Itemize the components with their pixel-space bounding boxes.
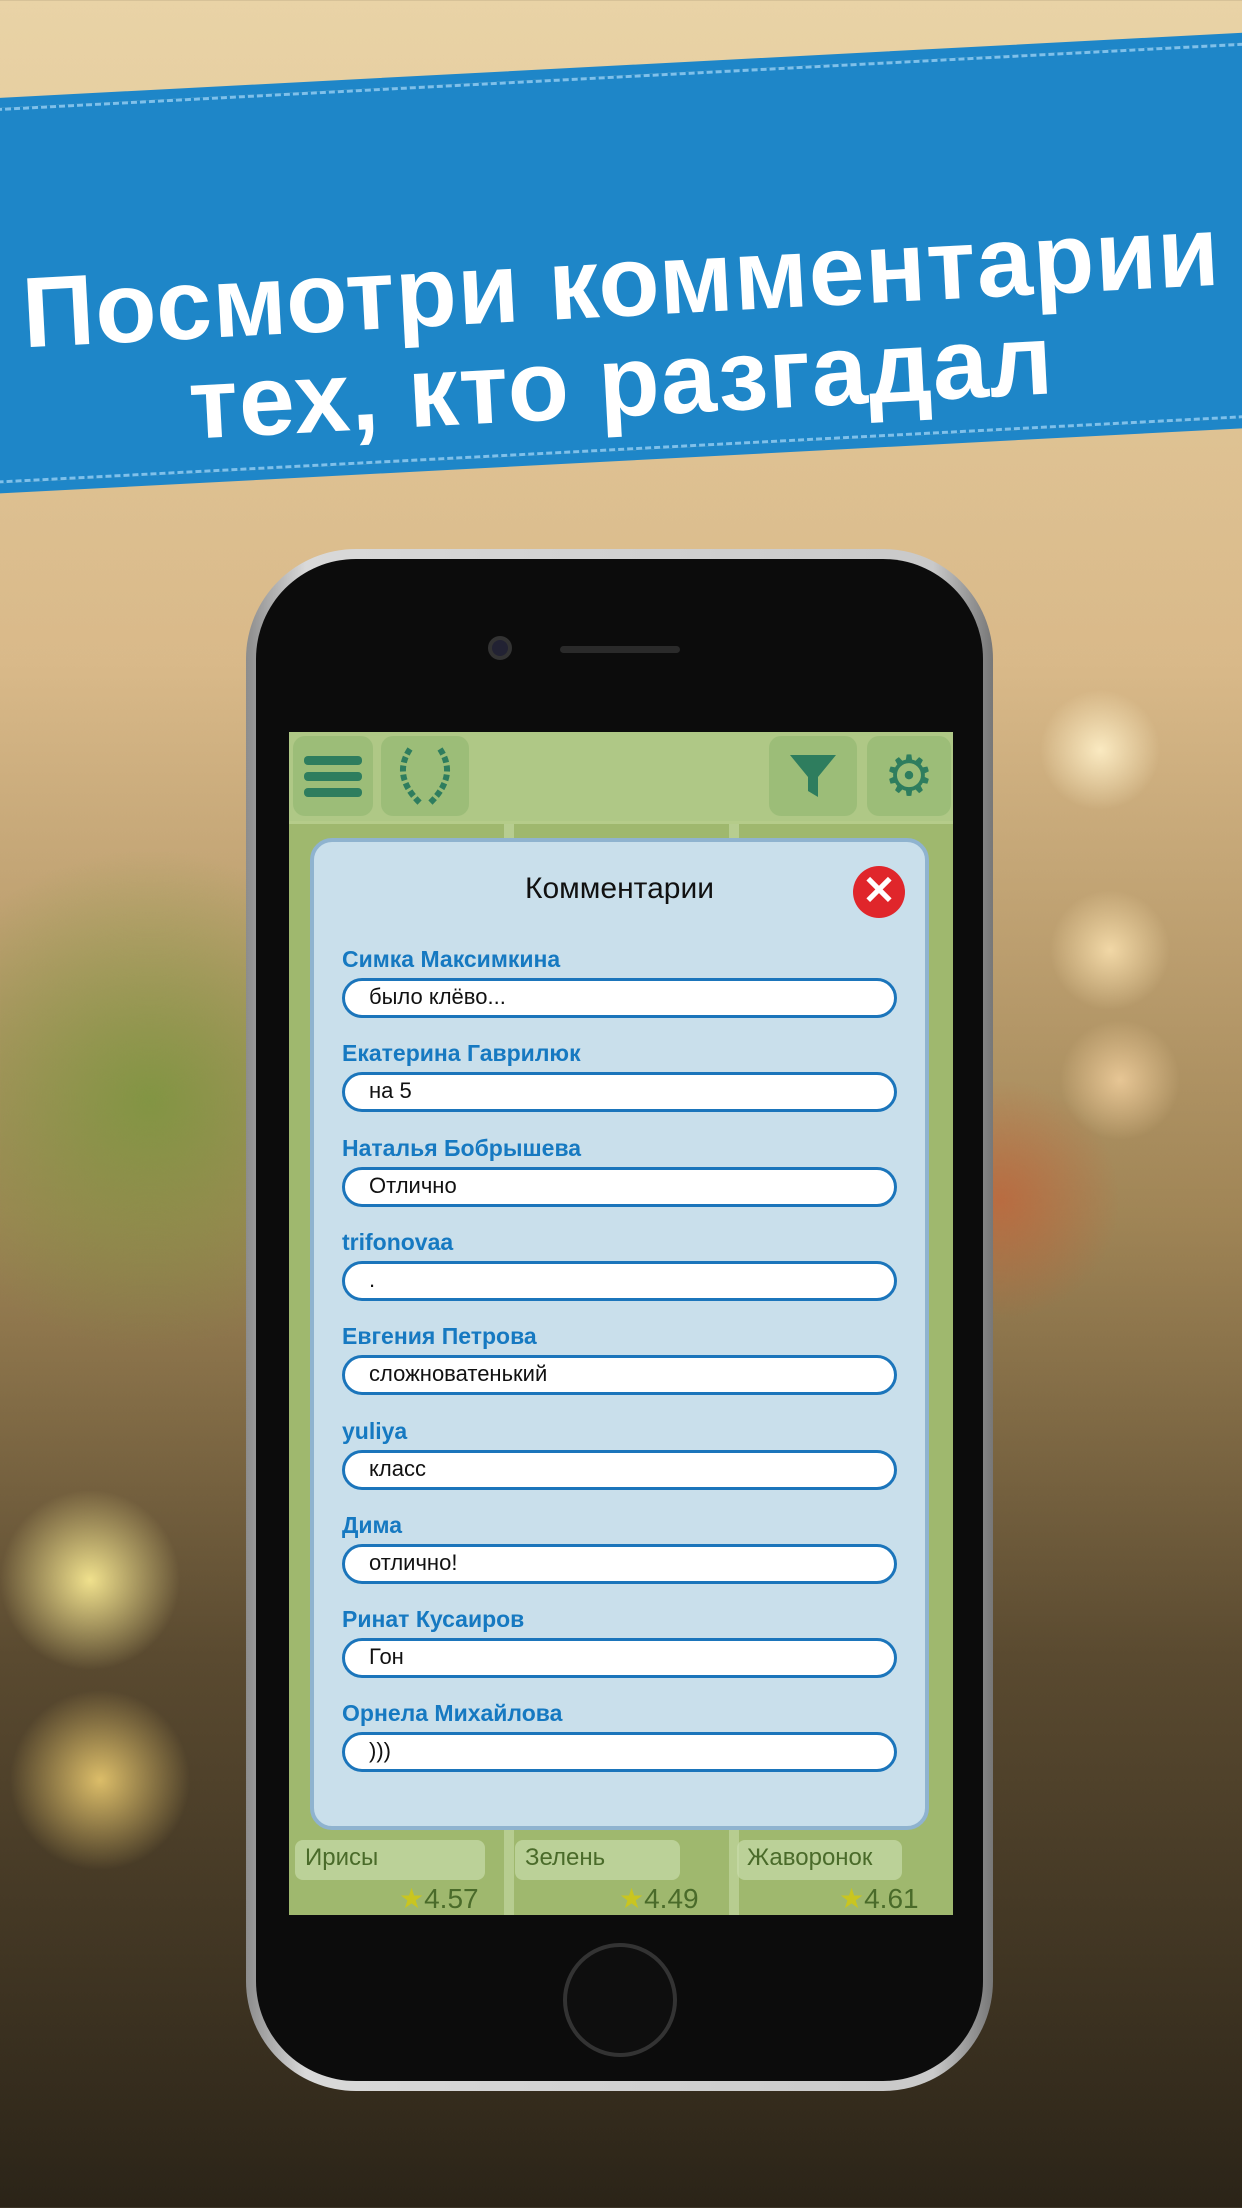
menu-button[interactable]: [293, 736, 373, 816]
star-icon: ★: [619, 1883, 645, 1914]
tile-label[interactable]: Зелень: [515, 1840, 680, 1880]
comments-dialog: Комментарии ✕ Симка Максимкина было клёво…: [310, 838, 929, 1830]
tile-rating: ★4.57: [399, 1883, 479, 1914]
comment-item: Ринат Кусаиров Гон: [342, 1606, 897, 1679]
filter-button[interactable]: [769, 736, 857, 816]
comment-item: Екатерина Гаврилюк на 5: [342, 1040, 897, 1113]
comment-text: .: [342, 1260, 897, 1301]
menu-icon: [304, 756, 362, 797]
settings-button[interactable]: ⚙: [867, 736, 951, 816]
comment-item: Дима отлично!: [342, 1512, 897, 1584]
comment-author: yuliya: [342, 1417, 408, 1444]
comment-author: Ринат Кусаиров: [342, 1606, 525, 1633]
comment-text: класс: [342, 1449, 897, 1490]
comment-author: Дима: [342, 1511, 403, 1538]
filter-icon: [790, 755, 836, 797]
comment-item: yuliya класс: [342, 1418, 897, 1490]
comment-author: Орнела Михайлова: [342, 1700, 563, 1727]
achievements-button[interactable]: [381, 736, 469, 816]
home-button[interactable]: [563, 1943, 677, 2057]
comment-item: Симка Максимкина было клёво...: [342, 946, 897, 1018]
comment-text: сложноватенький: [342, 1355, 897, 1396]
camera-icon: [488, 636, 512, 660]
close-button[interactable]: ✕: [853, 866, 905, 918]
gear-icon: ⚙: [883, 744, 935, 807]
comment-text: отлично!: [342, 1543, 897, 1584]
comment-item: trifonovaa.: [342, 1229, 897, 1301]
comment-item: Евгения Петрова сложноватенький: [342, 1323, 897, 1396]
dialog-title: Комментарии: [525, 872, 714, 905]
comment-text: было клёво...: [342, 978, 897, 1018]
comment-text: Отлично: [342, 1166, 897, 1207]
comment-author: Екатерина Гаврилюк: [342, 1040, 581, 1067]
star-icon: ★: [399, 1883, 425, 1914]
tile-label[interactable]: Жаворонок: [737, 1840, 902, 1880]
comment-text: на 5: [342, 1072, 897, 1113]
comment-author: Симка Максимкина: [342, 946, 561, 972]
comment-item: Наталья Бобрышева Отлично: [342, 1135, 897, 1207]
star-icon: ★: [839, 1883, 865, 1914]
tile-rating: ★4.61: [839, 1883, 919, 1914]
comment-author: Евгения Петрова: [342, 1323, 537, 1350]
close-icon: ✕: [862, 869, 896, 913]
comment-author: Наталья Бобрышева: [342, 1134, 582, 1161]
comment-text: Гон: [342, 1638, 897, 1679]
comment-text: ))): [342, 1732, 897, 1773]
comment-author: trifonovaa: [342, 1228, 454, 1255]
tile-rating: ★4.49: [619, 1883, 699, 1914]
speaker: [560, 646, 680, 653]
tile-label[interactable]: Ирисы: [295, 1840, 485, 1880]
laurel-icon: [400, 747, 450, 806]
comment-item: Орнела Михайлова))): [342, 1700, 897, 1773]
top-bar: ⚙: [289, 732, 953, 821]
